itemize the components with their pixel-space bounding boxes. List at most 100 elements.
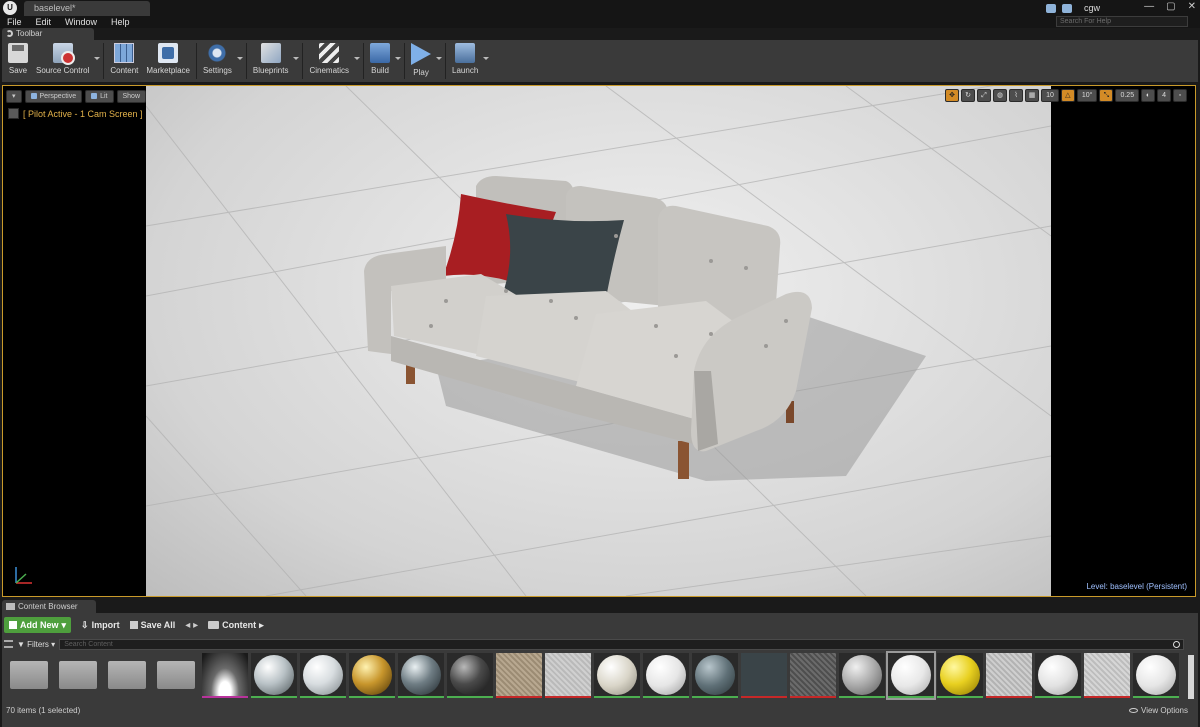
level-viewport[interactable]: ▾ Perspective Lit Show ✥ ↻ ⤢ ◍ ⌇ ▦ 10 △ … bbox=[2, 85, 1196, 597]
play-dropdown[interactable] bbox=[435, 40, 443, 82]
chat-icon[interactable] bbox=[1045, 3, 1056, 13]
viewport-scene[interactable] bbox=[146, 86, 1051, 596]
translate-icon[interactable]: ✥ bbox=[945, 89, 960, 102]
settings-button[interactable]: Settings bbox=[199, 40, 236, 82]
menu-help[interactable]: Help bbox=[111, 16, 130, 28]
blueprints-dropdown[interactable] bbox=[292, 40, 300, 82]
scale-snap-value[interactable]: 0.25 bbox=[1115, 89, 1140, 102]
title-bar: U baselevel* cgw — ▢ ✕ bbox=[0, 0, 1200, 16]
marketplace-button[interactable]: Marketplace bbox=[142, 40, 194, 82]
content-browser-tab[interactable]: Content Browser bbox=[2, 600, 96, 613]
launch-button[interactable]: Launch bbox=[448, 40, 482, 82]
minimize-icon[interactable]: — bbox=[1144, 0, 1154, 14]
asset-thumbnail[interactable] bbox=[790, 653, 836, 698]
source-control-dropdown[interactable] bbox=[93, 40, 101, 82]
asset-thumbnail[interactable] bbox=[643, 653, 689, 698]
asset-thumbnail[interactable] bbox=[986, 653, 1032, 698]
scene-render bbox=[146, 86, 1051, 596]
play-label: Play bbox=[413, 68, 429, 77]
level-document-tab[interactable]: baselevel* bbox=[24, 1, 150, 16]
folder-thumbnail[interactable] bbox=[104, 653, 150, 698]
maximize-viewport-icon[interactable]: ▫ bbox=[1173, 89, 1187, 102]
surface-snap-icon[interactable]: ⌇ bbox=[1009, 89, 1024, 102]
asset-thumbnail[interactable] bbox=[741, 653, 787, 698]
asset-thumbnail[interactable] bbox=[202, 653, 248, 698]
cinematics-dropdown[interactable] bbox=[353, 40, 361, 82]
grid-snap-value[interactable]: 10 bbox=[1041, 89, 1059, 102]
menu-window[interactable]: Window bbox=[65, 16, 97, 28]
show-button[interactable]: Show bbox=[116, 89, 147, 103]
asset-thumbnail[interactable] bbox=[447, 653, 493, 698]
menu-file[interactable]: File bbox=[7, 16, 22, 28]
save-all-button[interactable]: Save All bbox=[129, 620, 175, 630]
blueprints-button[interactable]: Blueprints bbox=[249, 40, 293, 82]
build-dropdown[interactable] bbox=[394, 40, 402, 82]
save-button[interactable]: Save bbox=[4, 40, 32, 82]
asset-thumbnail[interactable] bbox=[594, 653, 640, 698]
asset-thumbnail[interactable] bbox=[300, 653, 346, 698]
asset-thumbnail[interactable] bbox=[1084, 653, 1130, 698]
camera-speed-value[interactable]: 4 bbox=[1157, 89, 1171, 102]
play-button[interactable]: Play bbox=[407, 40, 435, 82]
asset-thumbnail[interactable] bbox=[692, 653, 738, 698]
rotation-snap-icon[interactable]: △ bbox=[1060, 89, 1075, 102]
viewport-options-button[interactable]: ▾ bbox=[6, 89, 22, 103]
toolbar-divider bbox=[363, 43, 365, 79]
build-button[interactable]: Build bbox=[366, 40, 394, 82]
close-icon[interactable]: ✕ bbox=[1188, 0, 1196, 14]
filters-button[interactable]: ▼ Filters ▾ bbox=[17, 640, 55, 649]
rotate-icon[interactable]: ↻ bbox=[961, 89, 976, 102]
scale-snap-icon[interactable]: ⤡ bbox=[1099, 89, 1114, 102]
menu-edit[interactable]: Edit bbox=[36, 16, 52, 28]
filters-label: Filters bbox=[27, 639, 49, 649]
asset-thumbnail[interactable] bbox=[1035, 653, 1081, 698]
cinematics-button[interactable]: Cinematics bbox=[305, 40, 353, 82]
folder-thumbnail[interactable] bbox=[153, 653, 199, 698]
notification-icon[interactable] bbox=[1061, 3, 1072, 13]
asset-thumbnail[interactable] bbox=[1133, 653, 1179, 698]
forward-arrow-icon[interactable]: ▸ bbox=[193, 620, 198, 631]
rotation-snap-value[interactable]: 10° bbox=[1076, 89, 1098, 102]
asset-thumbnail[interactable] bbox=[349, 653, 395, 698]
asset-thumbnail[interactable] bbox=[251, 653, 297, 698]
asset-thumbnail[interactable] bbox=[398, 653, 444, 698]
lit-button[interactable]: Lit bbox=[85, 89, 114, 103]
toolbar-tab[interactable]: Toolbar bbox=[2, 28, 94, 40]
filter-icon: ▼ bbox=[17, 639, 25, 649]
asset-thumbnail[interactable] bbox=[545, 653, 591, 698]
source-control-button[interactable]: Source Control bbox=[32, 40, 93, 82]
folder-thumbnail[interactable] bbox=[55, 653, 101, 698]
asset-thumbnail[interactable] bbox=[496, 653, 542, 698]
material-sphere-preview bbox=[254, 655, 294, 695]
eject-icon[interactable] bbox=[8, 108, 19, 119]
back-arrow-icon[interactable]: ◂ bbox=[185, 620, 190, 631]
perspective-button[interactable]: Perspective bbox=[24, 89, 83, 103]
world-local-icon[interactable]: ◍ bbox=[993, 89, 1008, 102]
texture-preview bbox=[545, 653, 591, 696]
perspective-icon bbox=[30, 93, 37, 99]
asset-thumbnail[interactable] bbox=[886, 651, 936, 700]
content-path-breadcrumb[interactable]: Content ▸ bbox=[208, 620, 264, 631]
launch-dropdown[interactable] bbox=[482, 40, 490, 82]
folder-thumbnail[interactable] bbox=[6, 653, 52, 698]
content-search-input[interactable]: Search Content bbox=[59, 638, 1184, 650]
asset-thumbnail[interactable] bbox=[937, 653, 983, 698]
camera-speed-icon[interactable]: ◐ bbox=[1141, 89, 1156, 102]
maximize-icon[interactable]: ▢ bbox=[1166, 0, 1175, 14]
settings-dropdown[interactable] bbox=[236, 40, 244, 82]
sources-panel-icon[interactable] bbox=[4, 640, 13, 648]
asset-thumbnail[interactable] bbox=[839, 653, 885, 698]
content-button[interactable]: Content bbox=[106, 40, 142, 82]
launch-icon bbox=[455, 43, 476, 63]
save-all-icon bbox=[129, 621, 138, 629]
user-area: cgw bbox=[1045, 1, 1100, 15]
play-icon bbox=[411, 43, 432, 65]
view-options-button[interactable]: View Options bbox=[1129, 706, 1188, 715]
grid-snap-icon[interactable]: ▦ bbox=[1025, 89, 1040, 102]
add-new-button[interactable]: Add New ▾ bbox=[4, 617, 72, 633]
help-search-input[interactable]: Search For Help bbox=[1056, 16, 1188, 27]
asset-scrollbar[interactable] bbox=[1188, 655, 1194, 699]
texture-preview bbox=[986, 653, 1032, 696]
scale-icon[interactable]: ⤢ bbox=[977, 89, 992, 102]
import-button[interactable]: ⇩ Import bbox=[81, 620, 120, 631]
